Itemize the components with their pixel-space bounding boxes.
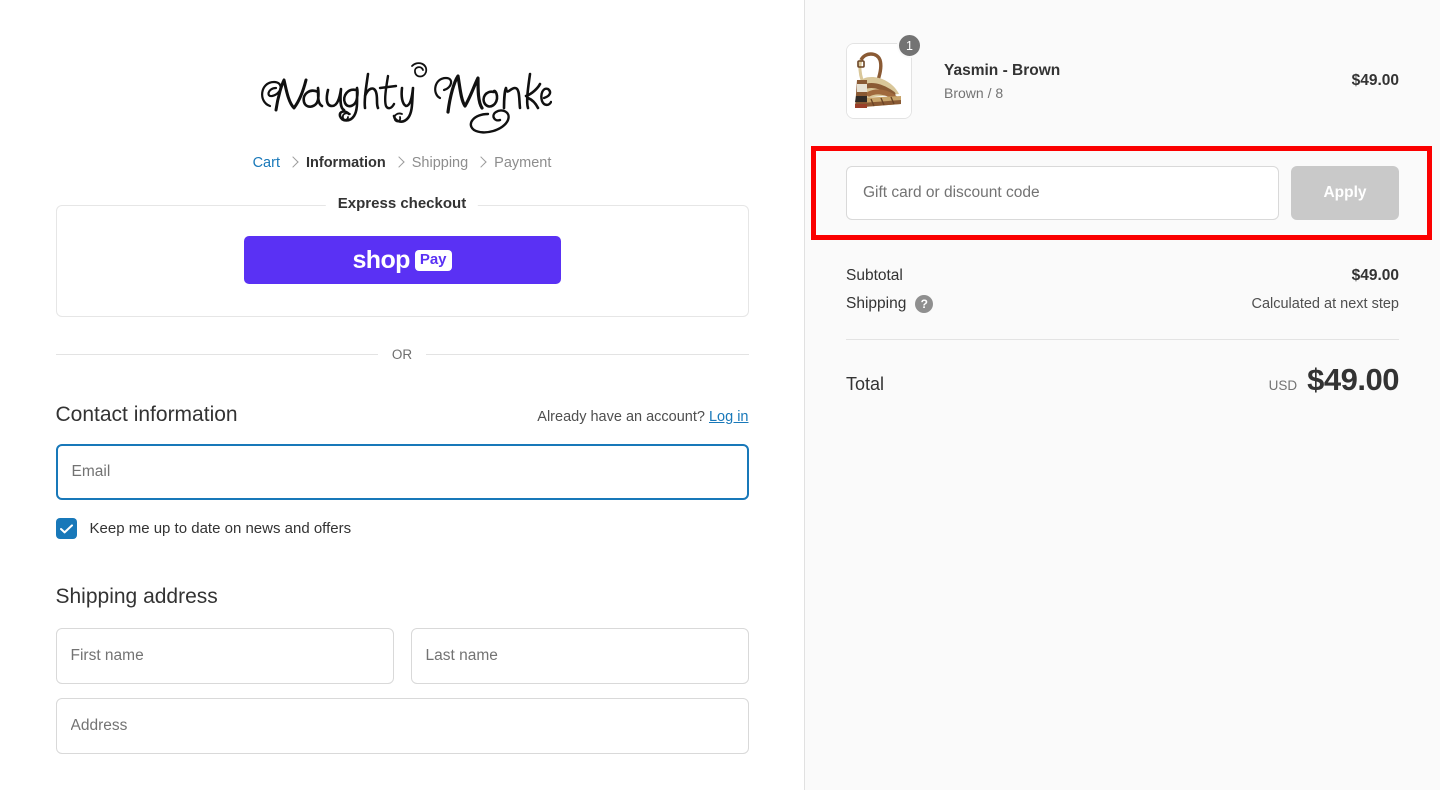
- quantity-badge: 1: [897, 33, 922, 58]
- help-icon[interactable]: ?: [915, 295, 934, 313]
- shipping-row: Shipping ? Calculated at next step: [846, 290, 1399, 318]
- subtotal-value: $49.00: [1351, 267, 1399, 284]
- contact-information-header: Contact information Already have an acco…: [56, 403, 749, 427]
- or-divider: OR: [56, 347, 749, 362]
- chevron-right-icon: [393, 156, 405, 168]
- shipping-label: Shipping: [846, 295, 907, 312]
- grand-total-value-group: USD $49.00: [1268, 362, 1400, 398]
- check-icon: [59, 523, 73, 533]
- account-note: Already have an account? Log in: [537, 409, 748, 425]
- contact-information-title: Contact information: [55, 403, 238, 426]
- grand-total-amount: $49.00: [1307, 362, 1399, 397]
- product-title: Yasmin - Brown: [944, 61, 1061, 79]
- address-input[interactable]: [55, 698, 749, 754]
- product-thumbnail-wrap: 1: [846, 33, 922, 119]
- newsletter-label: Keep me up to date on news and offers: [89, 520, 352, 537]
- discount-code-section: Apply: [811, 146, 1432, 240]
- name-fields-row: [55, 628, 749, 684]
- breadcrumb-item-cart[interactable]: Cart: [253, 155, 280, 171]
- log-in-link[interactable]: Log in: [709, 409, 749, 425]
- product-info: Yasmin - Brown Brown / 8: [944, 62, 1352, 101]
- last-name-input[interactable]: [410, 628, 749, 684]
- discount-code-input[interactable]: [846, 166, 1279, 220]
- account-note-text: Already have an account?: [537, 409, 705, 425]
- shop-pay-button[interactable]: shop Pay: [243, 236, 561, 284]
- breadcrumb-item-payment: Payment: [494, 155, 552, 171]
- order-totals: Subtotal $49.00 Shipping ? Calculated at…: [846, 262, 1399, 398]
- breadcrumb-item-information: Information: [305, 155, 386, 171]
- first-name-input[interactable]: [55, 628, 394, 684]
- product-variant: Brown / 8: [944, 84, 1004, 101]
- naughty-monkey-script-logo-icon: [261, 62, 552, 134]
- express-checkout-box: shop Pay: [55, 205, 749, 317]
- email-input[interactable]: [55, 444, 749, 500]
- newsletter-checkbox[interactable]: [55, 518, 77, 539]
- shop-pay-pill: Pay: [414, 249, 452, 271]
- express-checkout-section: Express checkout shop Pay: [55, 195, 749, 317]
- checkout-main-column: Cart Information Shipping Payment Expres…: [0, 0, 805, 790]
- subtotal-label: Subtotal: [846, 267, 903, 284]
- order-line-item: 1 Yasmin - Brown Brown / 8 $49.00: [846, 0, 1399, 119]
- shipping-address-title: Shipping address: [55, 585, 218, 608]
- product-price: $49.00: [1351, 72, 1399, 89]
- chevron-right-icon: [475, 156, 487, 168]
- currency-code: USD: [1268, 378, 1298, 393]
- apply-discount-button[interactable]: Apply: [1291, 166, 1399, 220]
- store-logo[interactable]: [56, 34, 749, 146]
- order-summary-panel: 1 Yasmin - Brown Brown / 8 $49.00 Apply …: [805, 0, 1440, 790]
- shipping-label-group: Shipping ?: [846, 295, 934, 313]
- breadcrumb: Cart Information Shipping Payment: [56, 152, 749, 174]
- shop-pay-word: shop: [352, 245, 410, 274]
- express-checkout-label: Express checkout: [325, 195, 479, 212]
- grand-total-row: Total USD $49.00: [846, 362, 1399, 398]
- breadcrumb-item-shipping: Shipping: [411, 155, 469, 171]
- subtotal-row: Subtotal $49.00: [846, 262, 1399, 290]
- newsletter-row[interactable]: Keep me up to date on news and offers: [55, 518, 749, 539]
- or-label: OR: [391, 347, 413, 362]
- chevron-right-icon: [287, 156, 299, 168]
- grand-total-label: Total: [846, 374, 885, 394]
- checkout-page: Cart Information Shipping Payment Expres…: [0, 0, 1440, 790]
- shipping-value: Calculated at next step: [1251, 296, 1399, 312]
- totals-divider: [846, 339, 1399, 340]
- discount-code-row: Apply: [846, 166, 1399, 220]
